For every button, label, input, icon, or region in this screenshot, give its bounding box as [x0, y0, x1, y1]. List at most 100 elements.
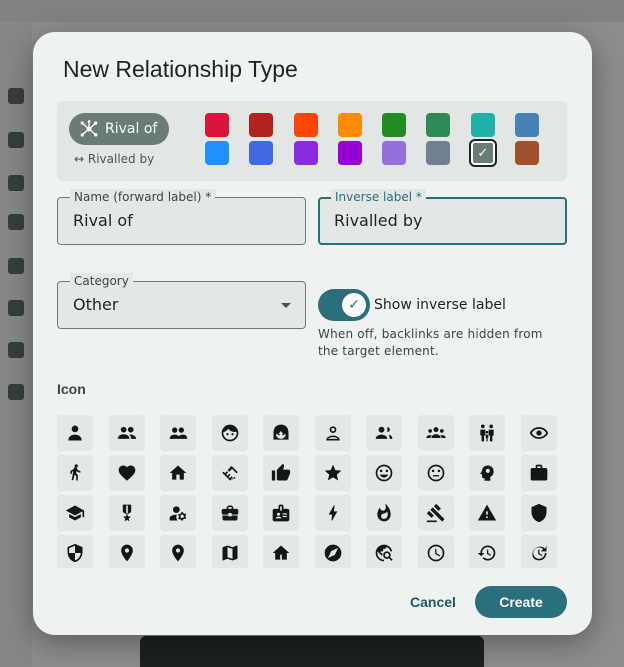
- color-swatch[interactable]: [293, 141, 318, 165]
- icon-option[interactable]: [263, 535, 299, 568]
- icon-option[interactable]: [160, 415, 196, 451]
- icon-option[interactable]: [108, 495, 145, 531]
- icon-option[interactable]: [108, 415, 145, 451]
- icon-option[interactable]: [314, 455, 351, 491]
- icon-option[interactable]: [108, 455, 145, 491]
- icon-option[interactable]: [263, 415, 299, 451]
- icon-option[interactable]: [520, 455, 557, 491]
- icon-option[interactable]: [57, 535, 93, 568]
- icon-option[interactable]: [263, 455, 299, 491]
- icon-option[interactable]: [57, 495, 93, 531]
- color-swatch[interactable]: [249, 141, 274, 165]
- icon-option[interactable]: [520, 495, 557, 531]
- icon-option[interactable]: [160, 495, 196, 531]
- color-swatch[interactable]: [249, 113, 274, 137]
- preview-chip: Rival of: [69, 113, 170, 145]
- color-swatch[interactable]: [205, 141, 229, 165]
- forward-label-input[interactable]: Rival of: [73, 211, 133, 230]
- color-swatch[interactable]: [337, 113, 362, 137]
- color-swatch[interactable]: [293, 113, 318, 137]
- dialog-title: New Relationship Type: [63, 56, 298, 82]
- icon-option[interactable]: [263, 495, 299, 531]
- relationship-preview: Rival of ↔ Rivalled by: [57, 101, 567, 181]
- person-outline-icon: [325, 426, 340, 441]
- forward-label-field[interactable]: Name (forward label) * Rival of: [57, 189, 306, 245]
- icon-option[interactable]: [469, 535, 505, 568]
- color-swatch[interactable]: [515, 113, 540, 137]
- show-inverse-label: Show inverse label: [374, 297, 506, 313]
- color-swatch[interactable]: [468, 139, 497, 167]
- warning-icon: [477, 504, 497, 521]
- cancel-button[interactable]: Cancel: [403, 586, 463, 618]
- icon-option[interactable]: [366, 455, 402, 491]
- icon-option[interactable]: [314, 535, 351, 568]
- update-icon: [531, 545, 546, 561]
- face-woman-icon: [273, 424, 289, 440]
- explore-icon: [324, 544, 341, 562]
- show-inverse-help: When off, backlinks are hidden from the …: [318, 327, 543, 358]
- show-inverse-toggle[interactable]: ✓: [318, 289, 370, 321]
- category-select-value: Other: [73, 295, 119, 314]
- color-swatch[interactable]: [470, 113, 495, 137]
- icon-option[interactable]: [366, 535, 402, 568]
- chevron-down-icon: [281, 303, 291, 308]
- icon-option[interactable]: [211, 415, 248, 451]
- color-swatch[interactable]: [515, 141, 540, 165]
- color-swatch[interactable]: [426, 141, 451, 165]
- color-swatch[interactable]: [382, 113, 407, 137]
- gavel-icon: [426, 503, 444, 523]
- icon-option[interactable]: [469, 495, 505, 531]
- history-icon: [477, 545, 496, 561]
- color-swatch[interactable]: [205, 113, 229, 137]
- location-icon: [172, 544, 184, 562]
- inverse-label-field-label: Inverse label *: [331, 189, 426, 205]
- category-select-label: Category: [70, 273, 133, 289]
- category-select[interactable]: Category Other: [57, 273, 306, 329]
- icon-option[interactable]: [160, 455, 196, 491]
- military-medal-icon: [122, 504, 131, 522]
- icon-option[interactable]: [211, 455, 248, 491]
- work-icon: [530, 464, 547, 481]
- icon-option[interactable]: [469, 455, 505, 491]
- toggle-knob: ✓: [342, 293, 366, 317]
- icon-option[interactable]: [366, 415, 402, 451]
- icon-option[interactable]: [520, 415, 557, 451]
- place-icon: [120, 544, 133, 562]
- icon-option[interactable]: [57, 455, 93, 491]
- icon-option[interactable]: [211, 495, 248, 531]
- inverse-label-field[interactable]: Inverse label * Rivalled by: [318, 189, 567, 245]
- icon-option[interactable]: [108, 535, 145, 568]
- hub-icon: [80, 120, 98, 137]
- icon-option[interactable]: [314, 495, 351, 531]
- preview-chip-label: Rival of: [105, 121, 158, 137]
- color-swatch[interactable]: [426, 113, 451, 137]
- shield-icon: [531, 503, 546, 523]
- business-center-icon: [221, 505, 238, 521]
- inverse-label-input[interactable]: Rivalled by: [334, 211, 422, 230]
- icon-option[interactable]: [417, 415, 454, 451]
- neutral-face-icon: [427, 464, 444, 482]
- walking-icon: [70, 464, 81, 481]
- fire-icon: [377, 503, 391, 522]
- color-swatch[interactable]: [382, 141, 407, 165]
- icon-option[interactable]: [417, 455, 454, 491]
- icon-option[interactable]: [417, 495, 454, 531]
- icon-option[interactable]: [160, 535, 196, 568]
- school-icon: [65, 505, 85, 521]
- icon-option[interactable]: [520, 535, 557, 568]
- icon-section-heading: Icon: [57, 381, 86, 397]
- new-relationship-type-dialog: New Relationship Type Rival of ↔ Rivalle…: [33, 32, 592, 635]
- icon-option[interactable]: [314, 415, 351, 451]
- family-icon: [480, 424, 494, 442]
- icon-option[interactable]: [211, 535, 248, 568]
- icon-option[interactable]: [417, 535, 454, 568]
- color-swatch[interactable]: [337, 141, 362, 165]
- icon-option[interactable]: [57, 415, 93, 451]
- thumb-up-icon: [271, 463, 291, 481]
- create-button[interactable]: Create: [475, 586, 567, 618]
- icon-option[interactable]: [469, 415, 505, 451]
- smile-icon: [375, 464, 393, 482]
- icon-option[interactable]: [366, 495, 402, 531]
- badge-icon: [272, 504, 290, 522]
- handshake-icon: [221, 466, 238, 481]
